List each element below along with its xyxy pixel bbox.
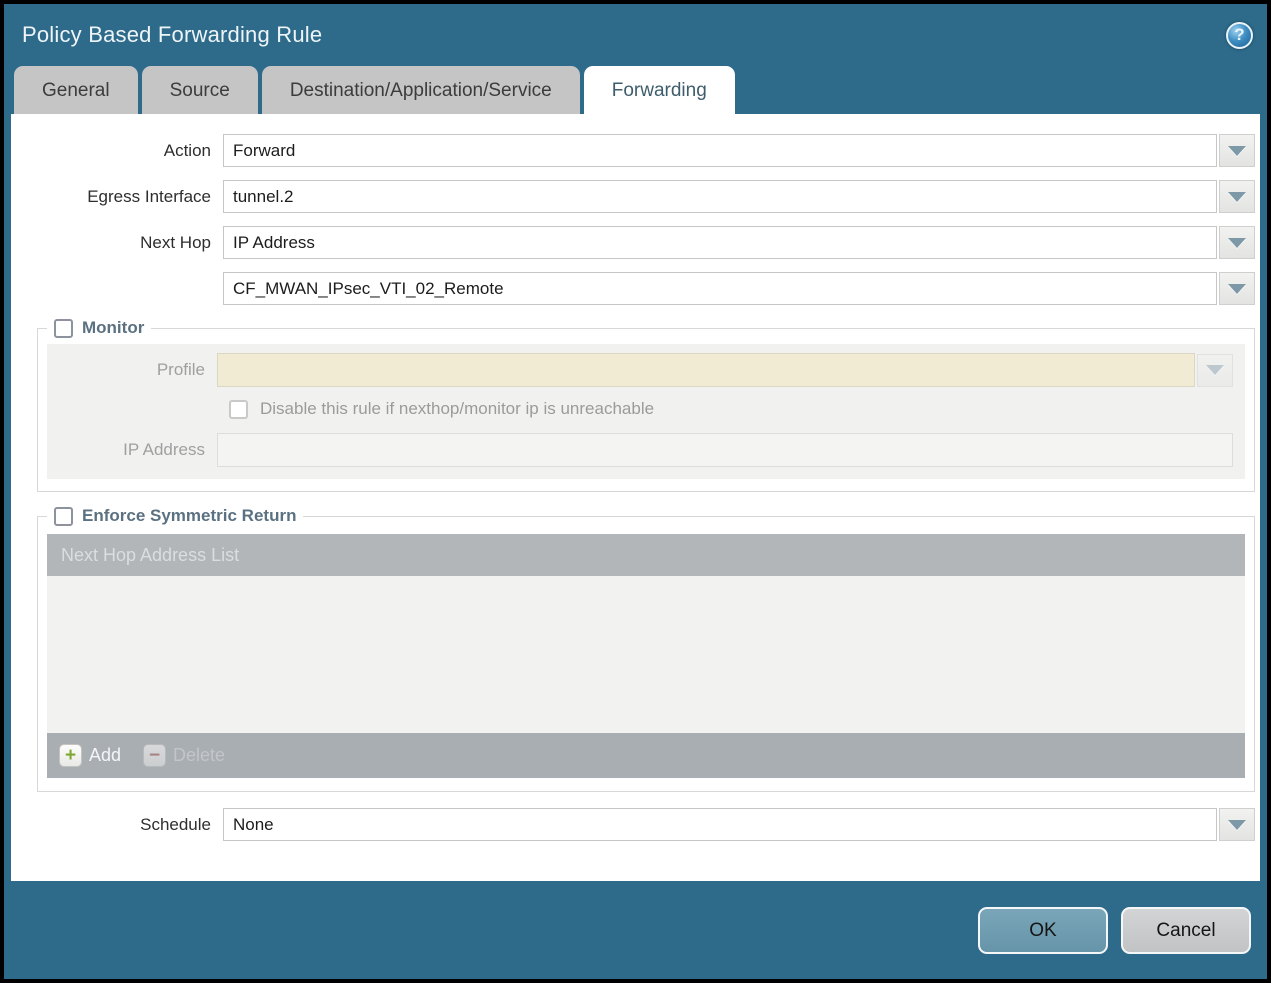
- dialog-titlebar: Policy Based Forwarding Rule ?: [4, 4, 1267, 66]
- monitor-disable-rule-row: Disable this rule if nexthop/monitor ip …: [229, 399, 1233, 419]
- minus-icon: −: [143, 744, 166, 767]
- egress-interface-label: Egress Interface: [30, 187, 211, 207]
- action-dropdown-button[interactable]: [1219, 134, 1255, 167]
- schedule-dropdown-button[interactable]: [1219, 808, 1255, 841]
- chevron-down-icon: [1228, 284, 1246, 294]
- next-hop-address-list-header: Next Hop Address List: [47, 534, 1245, 576]
- delete-button: − Delete: [143, 744, 225, 767]
- next-hop-address-input[interactable]: CF_MWAN_IPsec_VTI_02_Remote: [223, 272, 1217, 305]
- disable-rule-label: Disable this rule if nexthop/monitor ip …: [260, 399, 654, 419]
- enforce-symmetric-return-checkbox[interactable]: [54, 507, 73, 526]
- cancel-button[interactable]: Cancel: [1121, 907, 1251, 954]
- ok-button[interactable]: OK: [978, 907, 1108, 954]
- chevron-down-icon: [1206, 365, 1224, 375]
- action-label: Action: [30, 141, 211, 161]
- egress-interface-dropdown-button[interactable]: [1219, 180, 1255, 213]
- next-hop-label: Next Hop: [30, 233, 211, 253]
- action-select[interactable]: Forward: [223, 134, 1217, 167]
- monitor-ip-address-input: [217, 433, 1233, 467]
- dialog-title: Policy Based Forwarding Rule: [22, 22, 322, 48]
- policy-based-forwarding-dialog: Policy Based Forwarding Rule ? General S…: [0, 0, 1271, 983]
- delete-button-label: Delete: [173, 745, 225, 766]
- tab-general[interactable]: General: [14, 66, 138, 114]
- schedule-select[interactable]: None: [223, 808, 1217, 841]
- symmetric-return-legend-label: Enforce Symmetric Return: [82, 506, 296, 526]
- monitor-ip-address-label: IP Address: [47, 440, 205, 460]
- next-hop-address-list-toolbar: + Add − Delete: [47, 733, 1245, 778]
- next-hop-address-table: Next Hop Address List + Add − Delete: [47, 534, 1245, 778]
- add-button[interactable]: + Add: [59, 744, 121, 767]
- egress-interface-select[interactable]: tunnel.2: [223, 180, 1217, 213]
- next-hop-row: Next Hop IP Address: [30, 226, 1255, 259]
- symmetric-return-section: Enforce Symmetric Return Next Hop Addres…: [37, 506, 1255, 792]
- symmetric-return-legend: Enforce Symmetric Return: [47, 506, 303, 526]
- next-hop-address-row: CF_MWAN_IPsec_VTI_02_Remote: [30, 272, 1255, 305]
- tab-forwarding[interactable]: Forwarding: [584, 66, 735, 114]
- monitor-panel: Profile Disable this rule if nexthop/mon…: [47, 344, 1245, 479]
- next-hop-address-dropdown-button[interactable]: [1219, 272, 1255, 305]
- next-hop-type-select[interactable]: IP Address: [223, 226, 1217, 259]
- help-icon[interactable]: ?: [1226, 22, 1253, 49]
- monitor-profile-label: Profile: [47, 360, 205, 380]
- monitor-legend-label: Monitor: [82, 318, 144, 338]
- monitor-profile-select: [217, 353, 1195, 387]
- add-button-label: Add: [89, 745, 121, 766]
- schedule-label: Schedule: [30, 815, 211, 835]
- chevron-down-icon: [1228, 192, 1246, 202]
- monitor-ip-address-row: IP Address: [47, 433, 1233, 467]
- tab-source[interactable]: Source: [142, 66, 258, 114]
- tab-bar: General Source Destination/Application/S…: [14, 66, 1267, 114]
- schedule-row: Schedule None: [30, 808, 1255, 841]
- monitor-profile-dropdown-button: [1197, 354, 1233, 387]
- forwarding-tab-content: Action Forward Egress Interface tunnel.2…: [11, 114, 1260, 881]
- monitor-checkbox[interactable]: [54, 319, 73, 338]
- dialog-footer: OK Cancel: [4, 881, 1267, 954]
- next-hop-dropdown-button[interactable]: [1219, 226, 1255, 259]
- monitor-section: Monitor Profile Disable this rule if nex…: [37, 318, 1255, 492]
- egress-interface-row: Egress Interface tunnel.2: [30, 180, 1255, 213]
- chevron-down-icon: [1228, 146, 1246, 156]
- plus-icon: +: [59, 744, 82, 767]
- monitor-legend: Monitor: [47, 318, 151, 338]
- disable-rule-checkbox: [229, 400, 248, 419]
- tab-destination-application-service[interactable]: Destination/Application/Service: [262, 66, 580, 114]
- action-row: Action Forward: [30, 134, 1255, 167]
- chevron-down-icon: [1228, 820, 1246, 830]
- next-hop-address-list-body[interactable]: [47, 576, 1245, 733]
- monitor-profile-row: Profile: [47, 353, 1233, 387]
- chevron-down-icon: [1228, 238, 1246, 248]
